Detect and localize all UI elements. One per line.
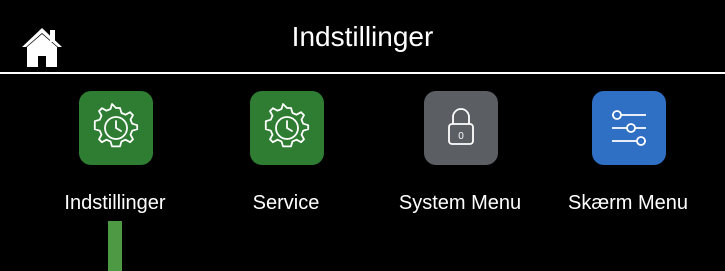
top-bar: Indstillinger [0,0,725,74]
gear-clock-icon [250,91,324,165]
tile-label: System Menu [398,192,522,214]
page-title: Indstillinger [291,21,434,52]
tile-indstillinger[interactable]: Indstillinger [40,91,190,221]
padlock-icon: 0 [424,91,498,165]
tile-system-menu[interactable]: 0 System Menu [385,91,535,221]
tile-label: Service [252,192,320,214]
gear-clock-icon [79,91,153,165]
tile-skaerm-menu[interactable]: Skærm Menu [553,91,703,221]
sliders-icon [592,91,666,165]
tile-label: Indstillinger [64,192,166,214]
tile-label: Skærm Menu [567,192,689,214]
tile-service[interactable]: Service [211,91,361,221]
selection-indicator [108,221,122,271]
svg-text:0: 0 [458,131,464,142]
